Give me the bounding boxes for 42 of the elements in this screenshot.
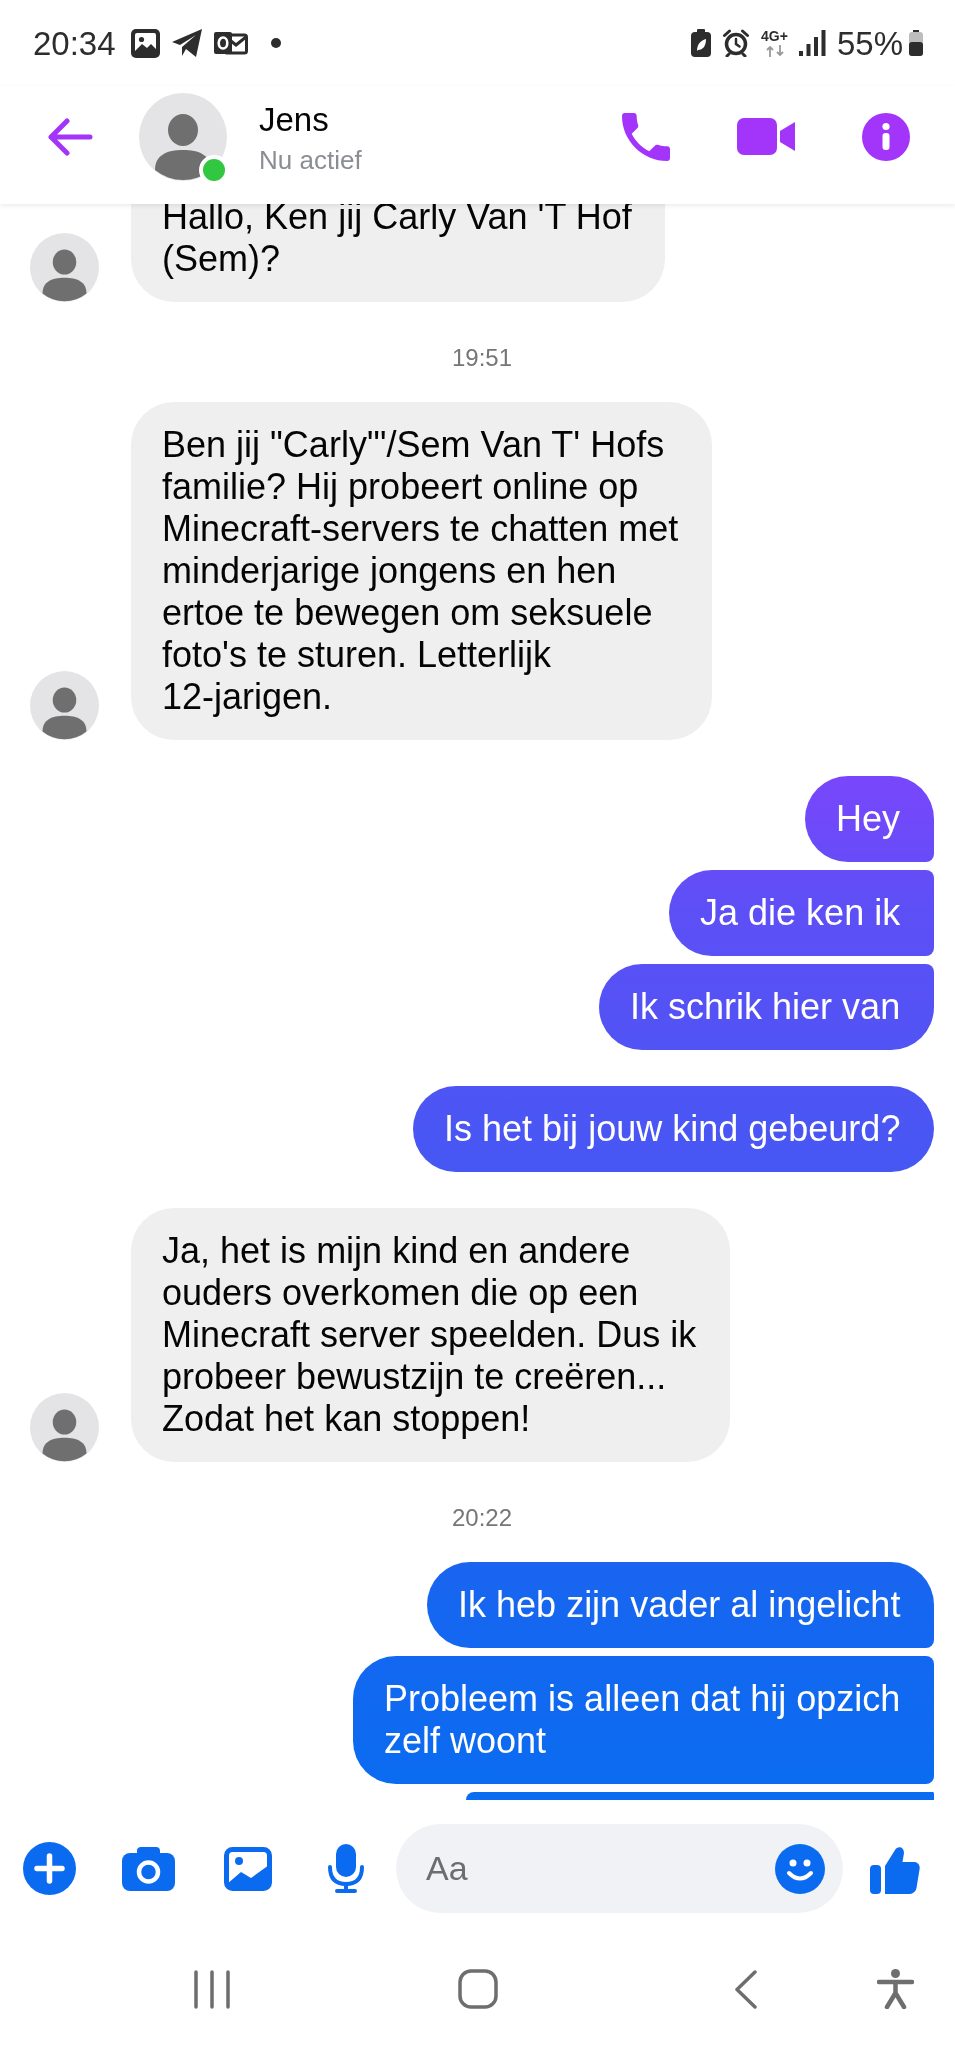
battery-leaf-icon [691, 29, 712, 57]
mail-icon [213, 30, 248, 56]
accessibility-icon[interactable] [877, 1969, 914, 2009]
message-bubble: Ik heb zijn vader al ingelicht [427, 1562, 934, 1648]
back-arrow-icon[interactable] [47, 117, 93, 156]
message-bubble: Ben jij "Carly"'/Sem Van T' Hofs familie? Hij probeert online op Minecraft-servers te chatten met minderjarige jongens en hen ertoe te bewegen om seksuele foto's te sturen. Letterlijk 12-jarigen. [131, 402, 712, 740]
recent-apps-icon[interactable] [194, 1969, 230, 2009]
avatar-icon [30, 1393, 99, 1462]
battery-icon [909, 30, 923, 56]
message-bubble: Ik schrik hier van [599, 964, 934, 1050]
contact-name: Jens [259, 100, 330, 139]
image-icon [130, 28, 160, 58]
alarm-clock-icon [722, 29, 751, 57]
camera-icon[interactable] [122, 1846, 175, 1891]
message-bubble: Ja die ken ik [669, 870, 934, 956]
smiley-icon[interactable] [775, 1843, 825, 1894]
data-arrows-icon [764, 45, 785, 57]
plus-icon[interactable] [23, 1842, 76, 1895]
message-bubble: Ja, het is mijn kind en andere ouders overkomen die op een Minecraft server speelden. Dus ik probeer bewustzijn te creëren... Zodat het kan stoppen! [131, 1208, 730, 1462]
timestamp: 19:51 [451, 346, 513, 370]
image-icon[interactable] [224, 1846, 272, 1891]
avatar-icon [30, 233, 99, 302]
message-bubble: Probleem is alleen dat hij opzich zelf woont [353, 1656, 934, 1784]
back-icon[interactable] [734, 1969, 758, 2009]
status-time: 20:34 [33, 26, 116, 60]
avatar-icon [139, 92, 227, 181]
info-icon[interactable] [862, 112, 910, 161]
battery-percent: 55% [836, 26, 903, 60]
paper-plane-icon [171, 29, 202, 57]
timestamp: 20:22 [451, 1506, 513, 1530]
video-camera-icon[interactable] [737, 118, 795, 155]
message-bubble: Is het bij jouw kind gebeurd? [413, 1086, 934, 1172]
home-icon[interactable] [458, 1969, 498, 2009]
signal-icon [798, 30, 826, 56]
phone-icon[interactable] [622, 112, 670, 161]
message-input-field[interactable]: Aa [396, 1824, 843, 1913]
message-bubble: Hey [805, 776, 934, 862]
dot-icon [270, 38, 281, 48]
network-label: 4G+ [761, 29, 788, 43]
status-text: Nu actief [259, 144, 362, 175]
microphone-icon[interactable] [327, 1844, 365, 1893]
avatar-icon [30, 671, 99, 740]
